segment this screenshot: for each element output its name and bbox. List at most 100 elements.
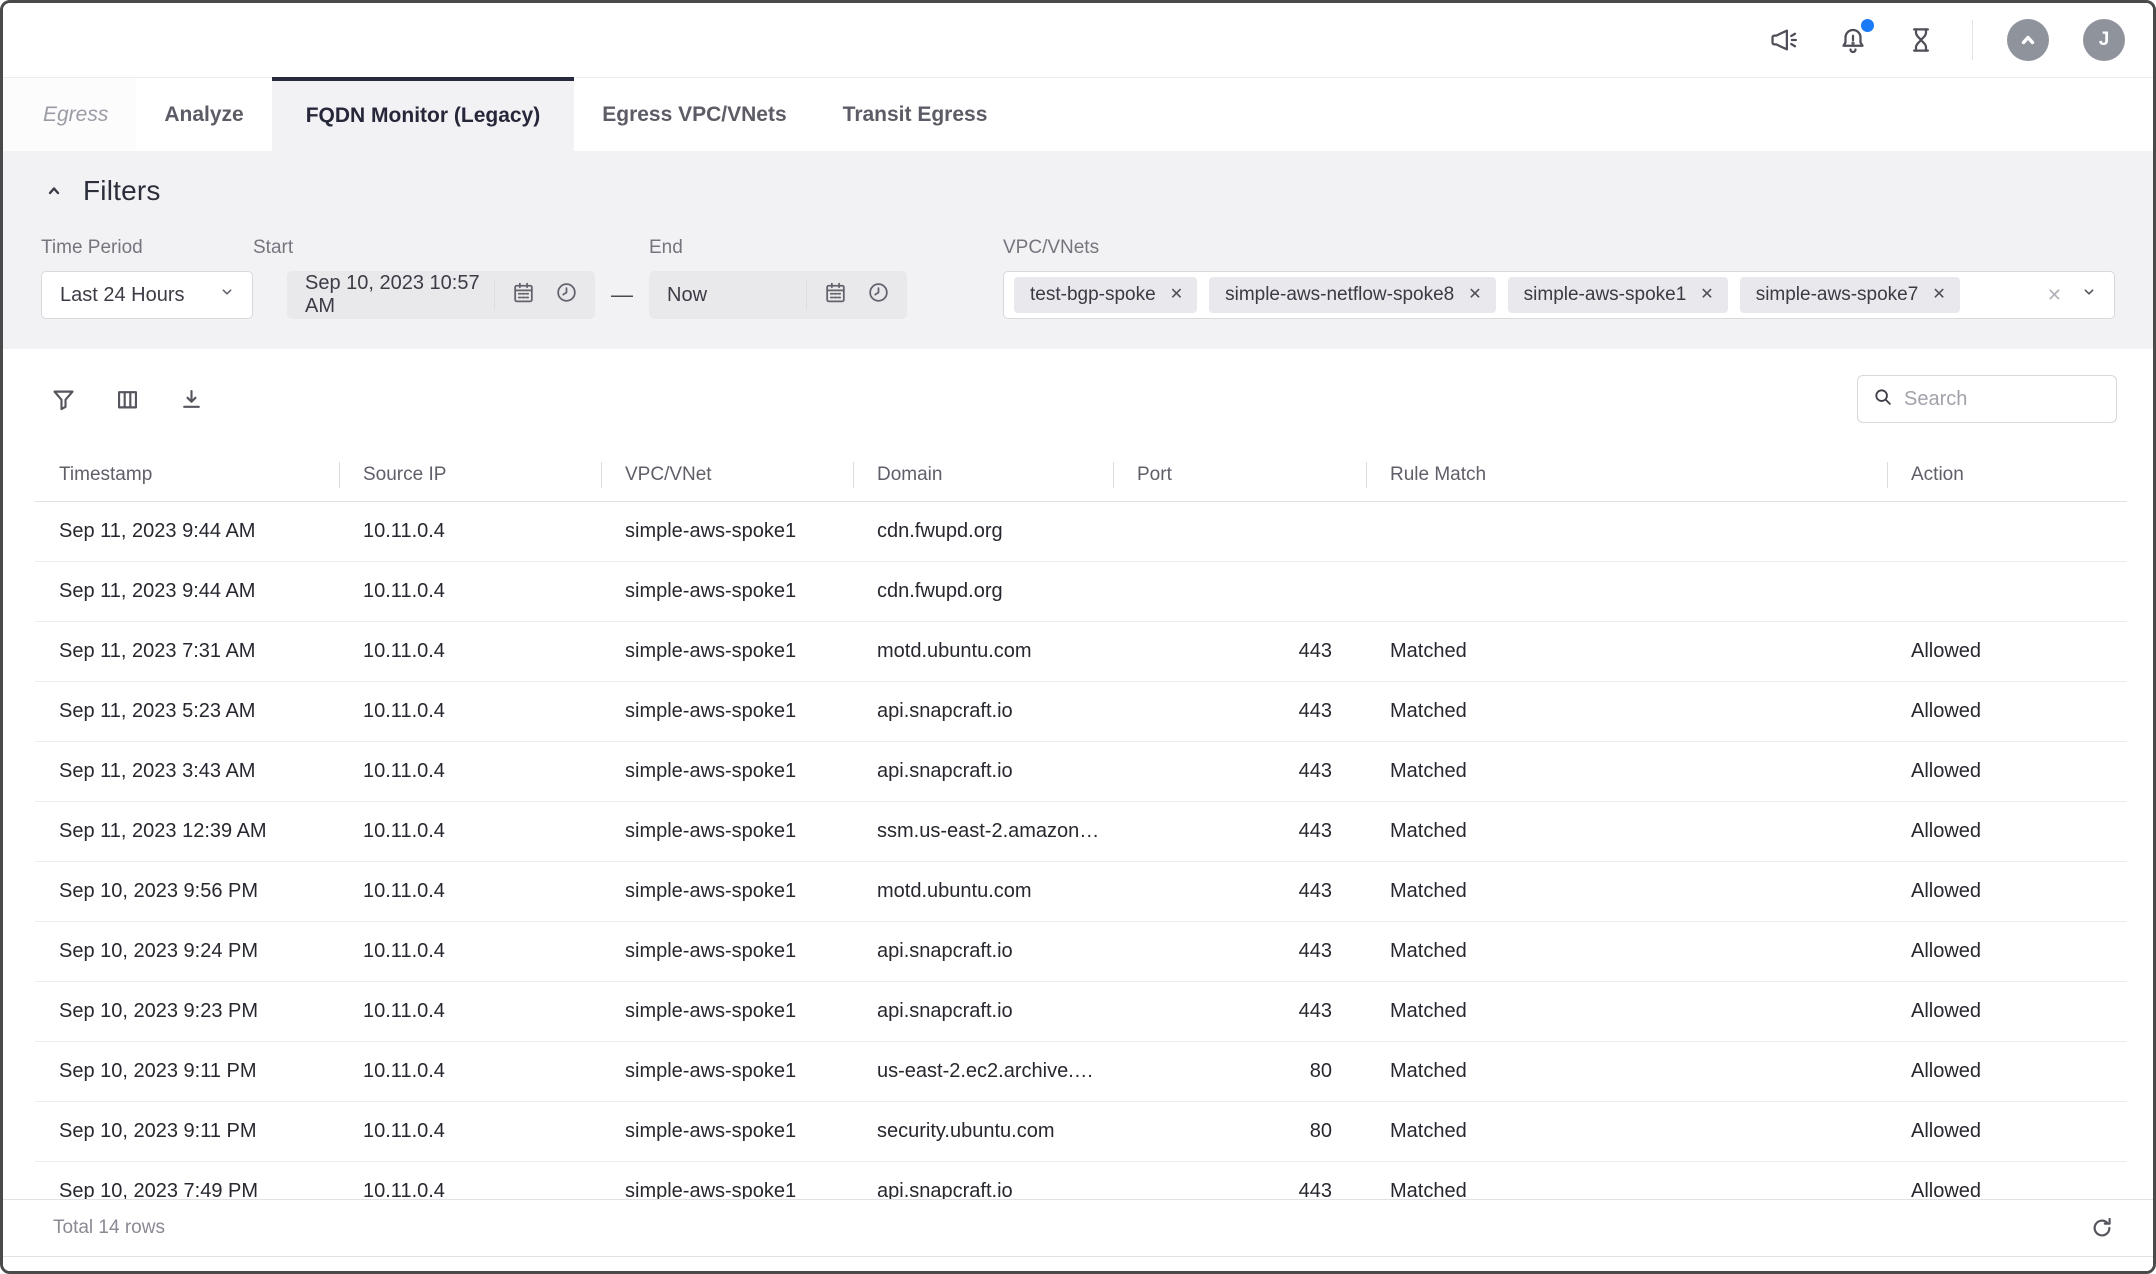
table-row[interactable]: Sep 11, 2023 5:23 AM 10.11.0.4 simple-aw… — [35, 681, 2127, 741]
megaphone-icon[interactable] — [1768, 23, 1802, 57]
vpc-vnets-multiselect[interactable]: test-bgp-spoke ✕ simple-aws-netflow-spok… — [1003, 271, 2115, 319]
cell-timestamp: Sep 10, 2023 9:24 PM — [35, 921, 339, 981]
table-header-row: Timestamp Source IP VPC/VNet Domain Port… — [35, 449, 2127, 501]
cell-vpc-vnet: simple-aws-spoke1 — [601, 681, 853, 741]
tab-fqdn-monitor-legacy[interactable]: FQDN Monitor (Legacy) — [272, 77, 575, 151]
cell-domain: api.snapcraft.io — [853, 1161, 1113, 1199]
cell-domain: api.snapcraft.io — [853, 981, 1113, 1041]
table-row[interactable]: Sep 11, 2023 9:44 AM 10.11.0.4 simple-aw… — [35, 561, 2127, 621]
start-input[interactable]: Sep 10, 2023 10:57 AM — [287, 271, 595, 319]
cell-rule-match: Matched — [1366, 861, 1887, 921]
range-separator: — — [611, 271, 633, 319]
chevron-down-icon[interactable] — [2078, 281, 2100, 309]
table-row[interactable]: Sep 11, 2023 9:44 AM 10.11.0.4 simple-aw… — [35, 501, 2127, 561]
table-row[interactable]: Sep 11, 2023 7:31 AM 10.11.0.4 simple-aw… — [35, 621, 2127, 681]
table-row[interactable]: Sep 10, 2023 9:11 PM 10.11.0.4 simple-aw… — [35, 1101, 2127, 1161]
cell-source-ip: 10.11.0.4 — [339, 921, 601, 981]
cell-action: Allowed — [1887, 1041, 2127, 1101]
cell-port: 443 — [1113, 981, 1366, 1041]
filters-panel: Filters Time Period Last 24 Hours Start … — [3, 151, 2153, 349]
cell-port: 443 — [1113, 681, 1366, 741]
refresh-icon[interactable] — [2085, 1211, 2119, 1245]
cell-port: 80 — [1113, 1041, 1366, 1101]
cell-rule-match: Matched — [1366, 1041, 1887, 1101]
cell-port: 443 — [1113, 621, 1366, 681]
cell-action: Allowed — [1887, 921, 2127, 981]
cell-source-ip: 10.11.0.4 — [339, 1101, 601, 1161]
cell-timestamp: Sep 11, 2023 9:44 AM — [35, 561, 339, 621]
tab-analyze[interactable]: Analyze — [136, 78, 271, 151]
cell-source-ip: 10.11.0.4 — [339, 501, 601, 561]
table-footer: Total 14 rows — [3, 1199, 2153, 1257]
hourglass-icon[interactable] — [1904, 23, 1938, 57]
cell-port — [1113, 501, 1366, 561]
cell-timestamp: Sep 11, 2023 5:23 AM — [35, 681, 339, 741]
notifications-bell-icon[interactable] — [1836, 23, 1870, 57]
calendar-icon[interactable] — [823, 280, 848, 311]
vpc-vnets-label: VPC/VNets — [1003, 237, 2115, 259]
remove-chip-icon[interactable]: ✕ — [1170, 287, 1183, 303]
table-viewport: Timestamp Source IP VPC/VNet Domain Port… — [3, 449, 2153, 1199]
cell-port: 443 — [1113, 1161, 1366, 1199]
cell-rule-match: Matched — [1366, 1101, 1887, 1161]
cell-rule-match: Matched — [1366, 981, 1887, 1041]
cell-port: 443 — [1113, 861, 1366, 921]
clock-icon[interactable] — [866, 280, 891, 311]
column-header-vpc-vnet[interactable]: VPC/VNet — [601, 449, 853, 501]
table-row[interactable]: Sep 10, 2023 9:23 PM 10.11.0.4 simple-aw… — [35, 981, 2127, 1041]
clear-all-icon[interactable]: ✕ — [2047, 285, 2062, 306]
column-header-source-ip[interactable]: Source IP — [339, 449, 601, 501]
table-row[interactable]: Sep 11, 2023 12:39 AM 10.11.0.4 simple-a… — [35, 801, 2127, 861]
table-row[interactable]: Sep 10, 2023 9:11 PM 10.11.0.4 simple-aw… — [35, 1041, 2127, 1101]
cell-vpc-vnet: simple-aws-spoke1 — [601, 561, 853, 621]
calendar-icon[interactable] — [511, 280, 536, 311]
cell-rule-match: Matched — [1366, 621, 1887, 681]
remove-chip-icon[interactable]: ✕ — [1932, 287, 1945, 303]
column-header-domain[interactable]: Domain — [853, 449, 1113, 501]
cell-source-ip: 10.11.0.4 — [339, 681, 601, 741]
filters-title: Filters — [83, 175, 161, 207]
tab-transit-egress[interactable]: Transit Egress — [815, 78, 1016, 151]
logo-avatar[interactable] — [2007, 19, 2049, 61]
cell-source-ip: 10.11.0.4 — [339, 861, 601, 921]
column-header-timestamp[interactable]: Timestamp — [35, 449, 339, 501]
download-icon[interactable] — [173, 381, 209, 417]
bottom-strip — [3, 1257, 2153, 1271]
tab-egress-vpc-vnets[interactable]: Egress VPC/VNets — [574, 78, 814, 151]
column-header-action[interactable]: Action — [1887, 449, 2127, 501]
cell-domain: api.snapcraft.io — [853, 741, 1113, 801]
end-input[interactable]: Now — [649, 271, 907, 319]
cell-port: 443 — [1113, 921, 1366, 981]
main-content: Timestamp Source IP VPC/VNet Domain Port… — [3, 349, 2153, 1271]
table-row[interactable]: Sep 11, 2023 3:43 AM 10.11.0.4 simple-aw… — [35, 741, 2127, 801]
user-avatar[interactable]: J — [2083, 19, 2125, 61]
clock-icon[interactable] — [554, 280, 579, 311]
columns-icon[interactable] — [109, 381, 145, 417]
cell-action: Allowed — [1887, 801, 2127, 861]
vpc-chip: simple-aws-spoke1 ✕ — [1508, 277, 1728, 313]
time-period-select[interactable]: Last 24 Hours — [41, 271, 253, 319]
collapse-filters-icon[interactable] — [41, 178, 67, 204]
search-input[interactable] — [1904, 388, 2156, 411]
cell-timestamp: Sep 10, 2023 9:23 PM — [35, 981, 339, 1041]
vpc-chip: test-bgp-spoke ✕ — [1014, 277, 1197, 313]
cell-rule-match — [1366, 501, 1887, 561]
vpc-chip-list: test-bgp-spoke ✕ simple-aws-netflow-spok… — [1014, 277, 2047, 313]
remove-chip-icon[interactable]: ✕ — [1700, 287, 1713, 303]
table-row[interactable]: Sep 10, 2023 9:24 PM 10.11.0.4 simple-aw… — [35, 921, 2127, 981]
tab-bar: Egress Analyze FQDN Monitor (Legacy) Egr… — [3, 77, 2153, 151]
filter-icon[interactable] — [45, 381, 81, 417]
end-label: End — [649, 237, 907, 259]
cell-vpc-vnet: simple-aws-spoke1 — [601, 801, 853, 861]
app-window: J Egress Analyze FQDN Monitor (Legacy) E… — [0, 0, 2156, 1274]
column-header-rule-match[interactable]: Rule Match — [1366, 449, 1887, 501]
table-row[interactable]: Sep 10, 2023 7:49 PM 10.11.0.4 simple-aw… — [35, 1161, 2127, 1199]
cell-port: 80 — [1113, 1101, 1366, 1161]
remove-chip-icon[interactable]: ✕ — [1468, 287, 1481, 303]
cell-source-ip: 10.11.0.4 — [339, 801, 601, 861]
cell-rule-match — [1366, 561, 1887, 621]
cell-source-ip: 10.11.0.4 — [339, 561, 601, 621]
column-header-port[interactable]: Port — [1113, 449, 1366, 501]
table-row[interactable]: Sep 10, 2023 9:56 PM 10.11.0.4 simple-aw… — [35, 861, 2127, 921]
cell-domain: motd.ubuntu.com — [853, 861, 1113, 921]
